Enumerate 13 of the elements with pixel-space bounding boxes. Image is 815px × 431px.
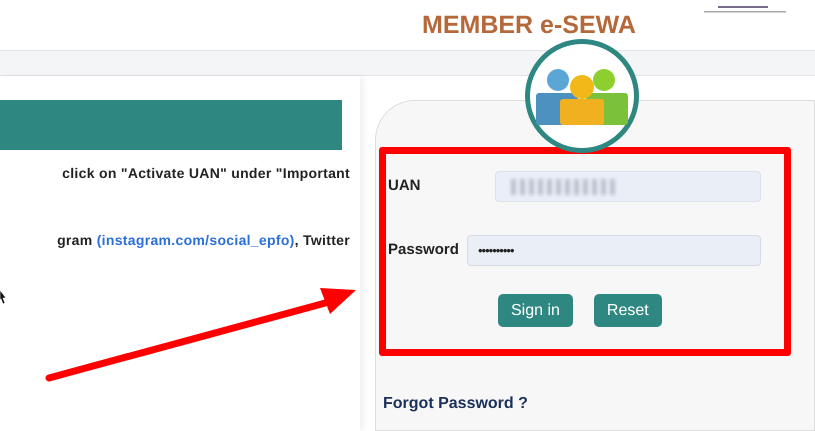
password-field[interactable]: •••••••••• — [467, 235, 761, 266]
notice-text: gram (instagram.com/social_epfo), Twitter — [57, 231, 350, 250]
portal-title: MEMBER e-SEWA — [422, 13, 636, 38]
field-label: UAN — [388, 176, 422, 196]
people-icon — [536, 67, 628, 125]
notice-text: click on "Activate UAN" under "Important — [62, 164, 350, 183]
uan-field[interactable] — [495, 171, 761, 202]
emblem-icon — [704, 6, 786, 14]
forgot-password-link[interactable]: Forgot Password ? — [383, 392, 814, 416]
reset-button[interactable]: Reset — [594, 294, 662, 327]
instagram-link[interactable]: (instagram.com/social_epfo) — [96, 232, 295, 248]
sign-in-button[interactable]: Sign in — [498, 294, 573, 327]
field-label: Password — [388, 240, 460, 260]
